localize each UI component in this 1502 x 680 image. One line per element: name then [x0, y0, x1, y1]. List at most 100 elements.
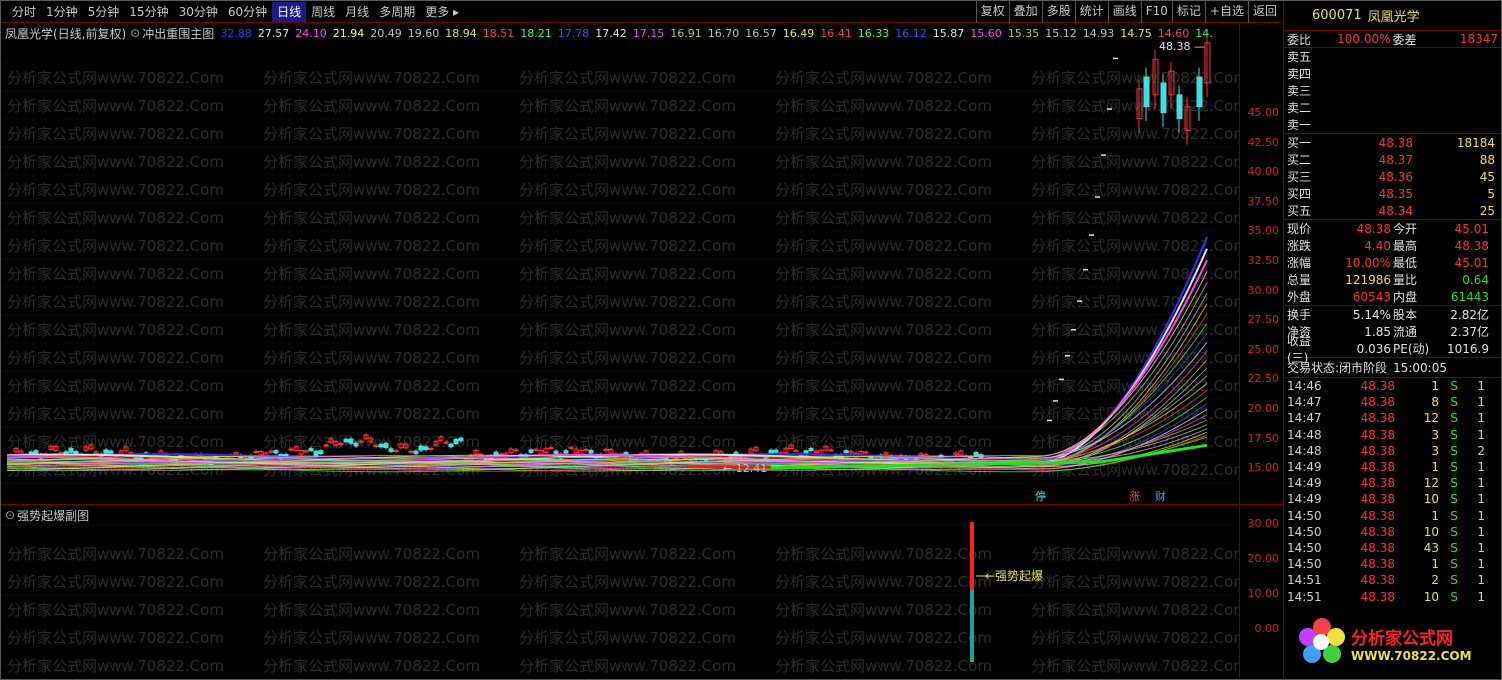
watermark-text: 分析家公式网www.70822.Com: [7, 377, 224, 395]
main-chart-pane[interactable]: 分析家公式网www.70822.Com 分析家公式网www.70822.Com 分析…: [1, 1, 1248, 504]
tick-count: 1: [1477, 492, 1485, 507]
toolbar-button-8[interactable]: 返回: [1247, 1, 1281, 23]
candle-body: [808, 447, 814, 452]
watermark-text: 分析家公式网www.70822.Com: [263, 153, 480, 171]
site-logo: 分析家公式网 WWW.70822.COM: [1297, 613, 1497, 673]
watermark-text: 分析家公式网www.70822.Com: [775, 657, 992, 675]
indicator-dropdown-icon[interactable]: ⊙: [130, 26, 140, 40]
stats_a-row: 现价 48.38 今开 45.01: [1284, 220, 1501, 237]
tick-volume: 10: [1423, 589, 1439, 604]
signal-tick-label: 0.00: [1254, 622, 1280, 635]
toolbar-button-4[interactable]: 画线: [1107, 1, 1141, 23]
toolbar-button-1[interactable]: 叠加: [1008, 1, 1042, 23]
candle-body: [63, 451, 69, 455]
sub-chart-pane[interactable]: 分析家公式网www.70822.Com 分析家公式网www.70822.Com 分析…: [1, 504, 1248, 679]
watermark-text: 分析家公式网www.70822.Com: [7, 293, 224, 311]
tick-side: S: [1450, 508, 1458, 523]
tick-side: S: [1450, 524, 1458, 539]
tick-row: 14:48 48.38 3 S 1: [1284, 427, 1501, 443]
tick-row: 14:50 48.38 10 S 1: [1284, 524, 1501, 540]
period-tab-0[interactable]: 分时: [7, 2, 41, 22]
flower-logo-icon: [1297, 618, 1347, 668]
tick-time: 14:50: [1287, 557, 1322, 572]
watermark-text: 分析家公式网www.70822.Com: [519, 265, 736, 283]
period-tab-9[interactable]: 多周期: [374, 2, 420, 22]
bids-label: 买五: [1287, 204, 1312, 218]
watermark-text: 分析家公式网www.70822.Com: [7, 545, 224, 563]
period-tab-3[interactable]: 15分钟: [124, 2, 173, 22]
period-tab-5[interactable]: 60分钟: [223, 2, 272, 22]
candle-body: [863, 451, 869, 454]
stats_b-row: 换手 5.14% 股本 2.82亿: [1284, 306, 1501, 323]
period-tab-8[interactable]: 月线: [340, 2, 374, 22]
candle-body: [343, 438, 349, 443]
tick-volume: 3: [1431, 427, 1439, 442]
candle-body: [358, 440, 364, 443]
asks-row: 卖一: [1284, 116, 1501, 133]
watermark-text: 分析家公式网www.70822.Com: [263, 97, 480, 115]
candle-body: [388, 448, 394, 452]
candle-body: [28, 451, 34, 455]
watermark-text: 分析家公式网www.70822.Com: [7, 657, 224, 675]
watermark-text: 分析家公式网www.70822.Com: [263, 181, 480, 199]
watermark-text: 分析家公式网www.70822.Com: [1031, 573, 1239, 591]
tick-side: S: [1450, 379, 1458, 394]
sub-indicator-name[interactable]: 强势起爆副图: [17, 507, 89, 524]
signal-chart[interactable]: 分析家公式网www.70822.Com 分析家公式网www.70822.Com 分析…: [1, 505, 1248, 679]
watermark-text: 分析家公式网www.70822.Com: [1031, 181, 1239, 199]
bids-label: 买四: [1287, 187, 1312, 201]
tick-price: 48.38: [1360, 379, 1395, 394]
stat-value: 0.036: [1356, 341, 1391, 356]
watermark-text: 分析家公式网www.70822.Com: [7, 181, 224, 199]
period-tab-4[interactable]: 30分钟: [174, 2, 223, 22]
watermark-text: 分析家公式网www.70822.Com: [519, 293, 736, 311]
stat-label: 总量: [1287, 273, 1312, 287]
toolbar-button-7[interactable]: +自选: [1204, 1, 1248, 23]
tick-row: 14:49 48.38 1 S 1: [1284, 459, 1501, 475]
toolbar-button-0[interactable]: 复权: [975, 1, 1009, 23]
tick-row: 14:50 48.38 43 S 1: [1284, 540, 1501, 556]
tick-volume: 10: [1423, 492, 1439, 507]
ma-value: 15.12: [1045, 27, 1077, 40]
tick-side: S: [1450, 427, 1458, 442]
period-tab-2[interactable]: 5分钟: [83, 2, 125, 22]
logo-title: 分析家公式网: [1351, 628, 1453, 649]
tick-price: 48.38: [1360, 492, 1395, 507]
toolbar-button-3[interactable]: 统计: [1074, 1, 1108, 23]
sub-value-axis: 30.00 20.00 10.00 0.00: [1239, 504, 1283, 678]
trade-status-row: 交易状态: 闭市阶段 15:00:05: [1284, 358, 1501, 378]
candle-body: [393, 450, 399, 453]
watermark-text: 分析家公式网www.70822.Com: [7, 573, 224, 591]
watermark-text: 分析家公式网www.70822.Com: [7, 349, 224, 367]
candle-body: [413, 450, 419, 455]
price-tick-label: 22.50: [1247, 372, 1280, 386]
toolbar-button-6[interactable]: 标记: [1171, 1, 1205, 23]
period-tab-6[interactable]: 日线: [272, 1, 307, 22]
stat-value: 121986: [1345, 272, 1391, 287]
period-tab-10[interactable]: 更多 ▸: [420, 2, 464, 22]
toolbar-button-5[interactable]: F10: [1140, 1, 1172, 23]
watermark-text: 分析家公式网www.70822.Com: [519, 405, 736, 423]
watermark-text: 分析家公式网www.70822.Com: [263, 237, 480, 255]
watermark-text: 分析家公式网www.70822.Com: [519, 545, 736, 563]
ma-value: 16.12: [895, 27, 927, 40]
main-pane-title-bar: 凤凰光学(日线,前复权) ⊙ 冲出重围主图 32.88 27.57 24.10 21.…: [5, 25, 1213, 41]
candle-body: [253, 450, 259, 453]
stat-value: 5.14%: [1352, 307, 1391, 322]
stat-label: 涨跌: [1287, 239, 1312, 253]
kline-chart[interactable]: 分析家公式网www.70822.Com 分析家公式网www.70822.Com 分析…: [1, 1, 1248, 504]
tick-list[interactable]: 14:46 48.38 1 S 1 14:47 48.38 8 S 1 14:47 48.38 12 S 1…: [1284, 378, 1501, 605]
sub-indicator-dropdown-icon[interactable]: ⊙: [5, 508, 15, 522]
toolbar-button-2[interactable]: 多股: [1041, 1, 1075, 23]
watermark-text: 分析家公式网www.70822.Com: [7, 97, 224, 115]
candle-body: [828, 449, 834, 452]
stat-label: PE(动): [1393, 342, 1430, 356]
tick-volume: 43: [1423, 540, 1439, 555]
watermark-text: 分析家公式网www.70822.Com: [7, 265, 224, 283]
period-tab-7[interactable]: 周线: [306, 2, 340, 22]
tick-time: 14:47: [1287, 411, 1322, 426]
tick-count: 2: [1477, 443, 1485, 458]
period-tab-1[interactable]: 1分钟: [41, 2, 83, 22]
main-indicator-name[interactable]: 冲出重围主图: [142, 25, 214, 42]
candle-body: [448, 443, 454, 448]
